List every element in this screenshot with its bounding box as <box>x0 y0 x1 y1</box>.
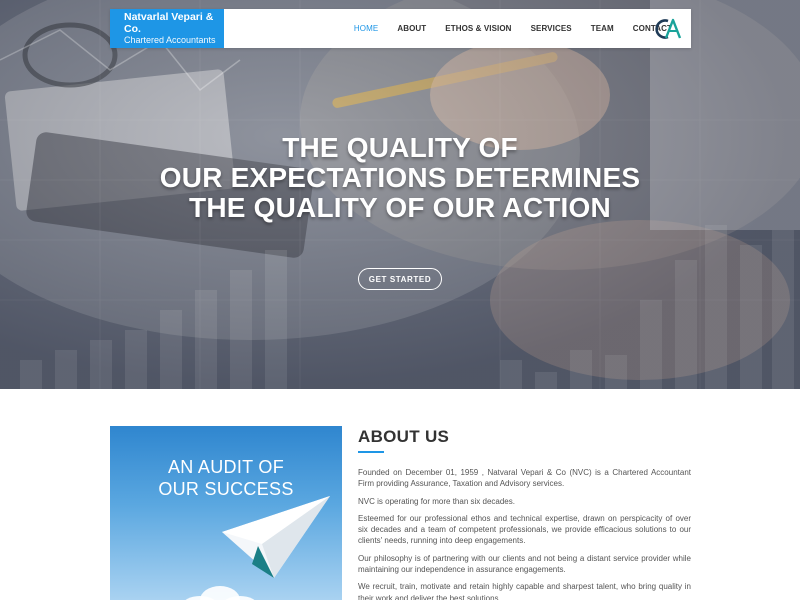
about-us-body: Founded on December 01, 1959 , Natvaral … <box>358 467 691 600</box>
brand-name: Natvarlal Vepari & Co. <box>124 11 214 35</box>
heading-underline <box>358 451 384 453</box>
paper-plane-icon <box>222 496 330 578</box>
hero-section: THE QUALITY OF OUR EXPECTATIONS DETERMIN… <box>0 0 800 389</box>
about-paragraph: Esteemed for our professional ethos and … <box>358 513 691 546</box>
brand-logo[interactable]: Natvarlal Vepari & Co. Chartered Account… <box>110 9 224 48</box>
nav-item-team[interactable]: TEAM <box>591 24 614 33</box>
about-paragraph: Founded on December 01, 1959 , Natvaral … <box>358 468 691 489</box>
nav-item-home[interactable]: HOME <box>354 24 378 33</box>
hero-headline-line-2: OUR EXPECTATIONS DETERMINES <box>159 162 641 193</box>
about-us-heading: ABOUT US <box>358 427 450 446</box>
nav-item-ethos-vision[interactable]: ETHOS & VISION <box>445 24 511 33</box>
get-started-button[interactable]: GET STARTED <box>358 268 442 290</box>
brand-subtitle: Chartered Accountants <box>124 35 216 45</box>
cloud-icon <box>185 586 255 600</box>
audit-success-image: AN AUDIT OF OUR SUCCESS <box>110 426 342 600</box>
navbar: Natvarlal Vepari & Co. Chartered Account… <box>110 9 691 48</box>
nav-item-about[interactable]: ABOUT <box>397 24 426 33</box>
about-paragraph: We recruit, train, motivate and retain h… <box>358 582 691 600</box>
hero-headline-line-1: THE QUALITY OF <box>282 132 518 163</box>
main-menu: HOME ABOUT ETHOS & VISION SERVICES TEAM … <box>354 24 691 33</box>
ca-logo-icon[interactable] <box>654 16 682 42</box>
hero-headline: THE QUALITY OF OUR EXPECTATIONS DETERMIN… <box>0 133 800 223</box>
audit-caption-line-1: AN AUDIT OF <box>168 457 284 477</box>
hero-headline-line-3: THE QUALITY OF OUR ACTION <box>189 192 611 223</box>
nav-item-services[interactable]: SERVICES <box>531 24 572 33</box>
about-paragraph: Our philosophy is of partnering with our… <box>358 553 691 575</box>
about-paragraph: NVC is operating for more than six decad… <box>358 496 515 506</box>
